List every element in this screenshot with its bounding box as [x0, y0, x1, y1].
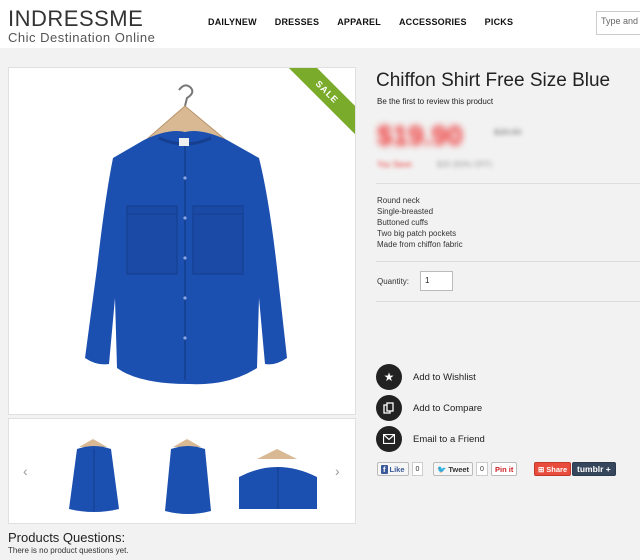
thumb-next-arrow[interactable]: ›	[335, 463, 340, 479]
search-input[interactable]: Type and h	[596, 11, 640, 35]
share-icon: ⊞	[538, 464, 545, 474]
divider	[376, 261, 640, 262]
quantity-label: Quantity:	[377, 277, 410, 286]
thumbnail-3[interactable]	[233, 429, 323, 515]
facebook-like[interactable]: f Like 0	[377, 462, 424, 476]
envelope-icon	[376, 426, 402, 452]
nav-item-dresses[interactable]: DRESSES	[275, 17, 319, 27]
generic-share[interactable]: ⊞ Share	[534, 462, 572, 476]
save-label: You Save:	[377, 160, 414, 169]
tumblr-share[interactable]: tumblr +	[572, 462, 616, 476]
pinterest-share[interactable]: Pin it	[491, 462, 518, 476]
compare-label: Add to Compare	[413, 402, 483, 414]
facebook-icon: f	[381, 464, 388, 474]
logo-tagline: Chic Destination Online	[8, 30, 156, 45]
copy-icon	[376, 395, 402, 421]
questions-title: Products Questions:	[8, 530, 126, 545]
site-header: INDRESSME Chic Destination Online DAILYN…	[0, 0, 640, 48]
facebook-like-button[interactable]: f Like	[377, 462, 409, 476]
nav-item-accessories[interactable]: ACCESSORIES	[399, 17, 467, 27]
tumblr-button[interactable]: tumblr +	[572, 462, 616, 476]
thumb-prev-arrow[interactable]: ‹	[23, 463, 28, 479]
email-label: Email to a Friend	[413, 433, 485, 445]
product-title: Chiffon Shirt Free Size Blue	[376, 70, 611, 91]
share-label: Share	[546, 464, 568, 474]
pin-it-button[interactable]: Pin it	[491, 462, 518, 476]
email-friend-button[interactable]: Email to a Friend	[376, 426, 485, 452]
product-price: $19.90	[377, 120, 463, 151]
site-logo[interactable]: INDRESSME Chic Destination Online	[8, 6, 156, 45]
add-to-wishlist-button[interactable]: ★ Add to Wishlist	[376, 364, 476, 390]
nav-item-picks[interactable]: PICKS	[485, 17, 514, 27]
thumbnail-strip: ‹ ›	[8, 418, 356, 524]
nav-item-dailynew[interactable]: DAILYNEW	[208, 17, 257, 27]
old-price: $39.90	[494, 127, 522, 137]
twitter-icon: 🐦	[437, 464, 447, 474]
divider	[376, 183, 640, 184]
thumbnail-2[interactable]	[143, 429, 233, 515]
shirt-image	[85, 84, 287, 385]
thumbnail-1[interactable]	[49, 429, 139, 515]
share-button[interactable]: ⊞ Share	[534, 462, 572, 476]
quantity-input[interactable]: 1	[420, 271, 453, 291]
star-icon: ★	[376, 364, 402, 390]
divider	[376, 301, 640, 302]
logo-wordmark: INDRESSME	[8, 6, 144, 31]
questions-text: There is no product questions yet.	[8, 546, 129, 555]
feature-item: Single-breasted	[377, 207, 434, 216]
feature-list: Round neck Single-breasted Buttoned cuff…	[377, 195, 463, 250]
add-to-compare-button[interactable]: Add to Compare	[376, 395, 482, 421]
feature-item: Buttoned cuffs	[377, 218, 428, 227]
feature-item: Round neck	[377, 196, 420, 205]
tweet-count: 0	[476, 462, 488, 476]
feature-item: Two big patch pockets	[377, 229, 457, 238]
tweet-share[interactable]: 🐦 Tweet 0	[433, 462, 488, 476]
main-nav: DAILYNEW DRESSES APPAREL ACCESSORIES PIC…	[208, 17, 531, 27]
review-link[interactable]: Be the first to review this product	[377, 97, 493, 106]
like-count: 0	[411, 462, 424, 476]
wishlist-label: Add to Wishlist	[413, 371, 476, 383]
like-label: Like	[389, 464, 405, 474]
main-product-image[interactable]: SALE	[8, 67, 356, 415]
nav-item-apparel[interactable]: APPAREL	[337, 17, 381, 27]
feature-item: Made from chiffon fabric	[377, 240, 463, 249]
tweet-button[interactable]: 🐦 Tweet	[433, 462, 474, 476]
save-value: $20 (50% OFF)	[437, 160, 493, 169]
tweet-label: Tweet	[448, 464, 470, 474]
